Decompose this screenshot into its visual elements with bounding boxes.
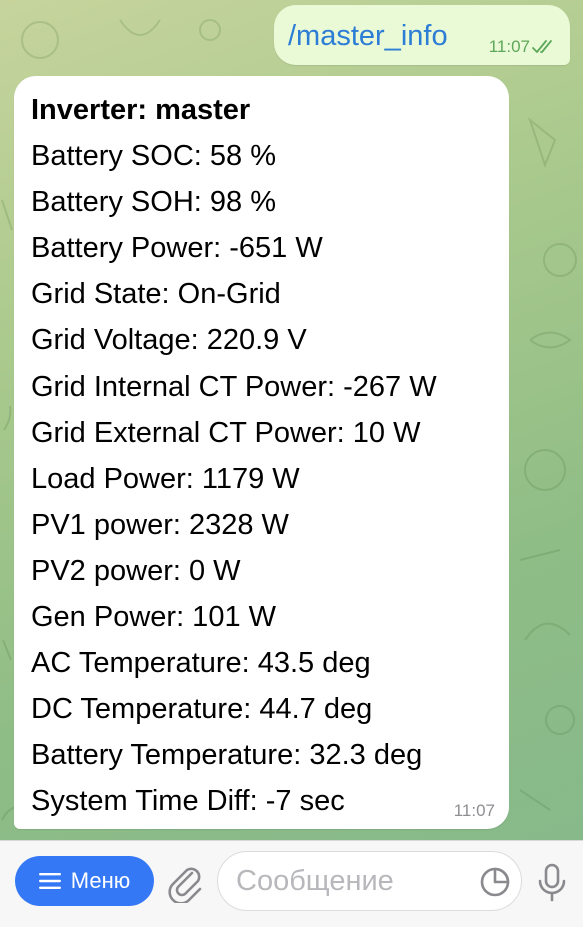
sticker-icon bbox=[480, 867, 510, 897]
message-composer: Меню bbox=[0, 840, 583, 927]
message-input-container bbox=[217, 851, 522, 911]
outgoing-message-meta: 11:07 bbox=[489, 37, 558, 57]
message-line-grid-voltage: Grid Voltage: 220.9 V bbox=[31, 324, 307, 357]
paperclip-icon bbox=[168, 867, 202, 905]
message-line-pv1-power: PV1 power: 2328 W bbox=[31, 508, 289, 541]
message-line-grid-internal-ct: Grid Internal CT Power: -267 W bbox=[31, 370, 437, 403]
microphone-button[interactable] bbox=[535, 862, 569, 904]
outgoing-message-text: /master_info bbox=[288, 20, 448, 52]
microphone-icon bbox=[538, 863, 566, 902]
hamburger-icon bbox=[38, 873, 61, 889]
message-line-battery-soh: Battery SOH: 98 % bbox=[31, 186, 276, 219]
message-line-gen-power: Gen Power: 101 W bbox=[31, 601, 276, 634]
message-input[interactable] bbox=[236, 860, 466, 902]
message-line-load-power: Load Power: 1179 W bbox=[31, 462, 300, 495]
message-title: Inverter: master bbox=[31, 94, 251, 126]
message-line-grid-external-ct: Grid External CT Power: 10 W bbox=[31, 416, 421, 449]
menu-button[interactable]: Меню bbox=[15, 856, 154, 906]
message-line-pv2-power: PV2 power: 0 W bbox=[31, 554, 241, 587]
incoming-message-bubble[interactable]: Inverter: master Battery SOC: 58 % Batte… bbox=[14, 76, 509, 829]
message-line-battery-power: Battery Power: -651 W bbox=[31, 232, 323, 265]
message-lines: Inverter: master Battery SOC: 58 % Batte… bbox=[31, 87, 437, 825]
menu-button-label: Меню bbox=[70, 868, 131, 893]
message-line-dc-temperature: DC Temperature: 44.7 deg bbox=[31, 693, 373, 726]
message-line-battery-soc: Battery SOC: 58 % bbox=[31, 140, 276, 173]
outgoing-message-time: 11:07 bbox=[488, 37, 530, 56]
outgoing-message-bubble[interactable]: /master_info 11:07 bbox=[274, 5, 570, 65]
double-check-icon bbox=[532, 40, 552, 53]
message-line-battery-temperature: Battery Temperature: 32.3 deg bbox=[31, 739, 423, 772]
sticker-button[interactable] bbox=[479, 866, 511, 898]
message-line-system-time-diff: System Time Diff: -7 sec bbox=[31, 785, 345, 818]
attach-button[interactable] bbox=[165, 861, 205, 905]
chat-background: /master_info 11:07 Inverter: master Batt… bbox=[0, 0, 583, 840]
message-line-grid-state: Grid State: On-Grid bbox=[31, 278, 281, 311]
incoming-message-time: 11:07 bbox=[453, 801, 495, 820]
message-line-ac-temperature: AC Temperature: 43.5 deg bbox=[31, 647, 371, 680]
